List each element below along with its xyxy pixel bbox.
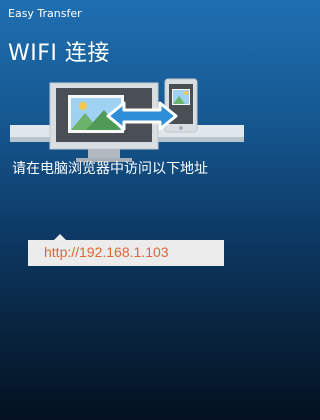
mobile-phone-icon bbox=[164, 78, 198, 133]
url-box: http://192.168.1.103 bbox=[28, 234, 224, 266]
app-title: Easy Transfer bbox=[8, 7, 82, 20]
server-url[interactable]: http://192.168.1.103 bbox=[44, 244, 169, 260]
instruction-text: 请在电脑浏览器中访问以下地址 bbox=[12, 161, 208, 177]
page-title: WIFI 连接 bbox=[8, 41, 110, 66]
